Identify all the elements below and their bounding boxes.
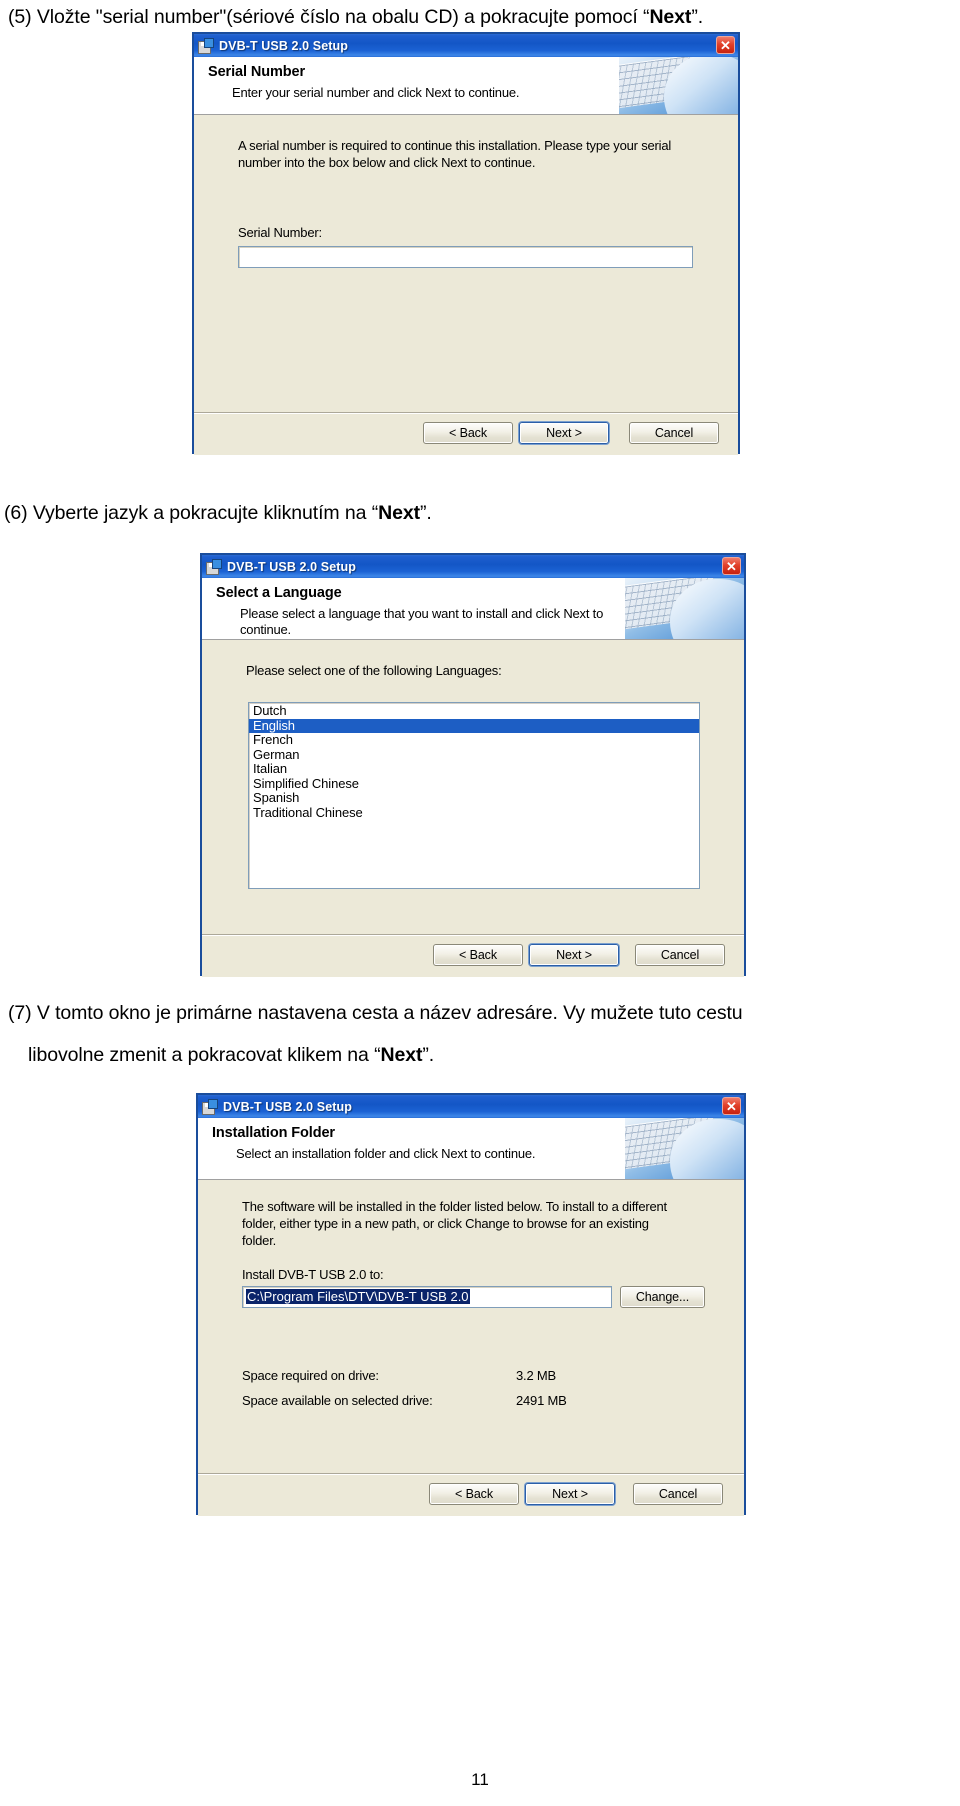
- step-7-line2-suffix: ”.: [422, 1044, 435, 1066]
- next-button[interactable]: Next >: [519, 422, 609, 444]
- cancel-button[interactable]: Cancel: [633, 1483, 723, 1505]
- serial-body-text: A serial number is required to continue …: [238, 138, 672, 170]
- step-7-line2-prefix: libovolne zmenit a pokracovat klikem na …: [28, 1044, 381, 1066]
- installation-folder-dialog[interactable]: DVB-T USB 2.0 Setup ✕ Installation Folde…: [196, 1093, 746, 1516]
- step-5-bold-next: Next: [649, 6, 692, 28]
- back-button[interactable]: < Back: [433, 944, 523, 966]
- change-button[interactable]: Change...: [620, 1286, 705, 1308]
- serial-dialog-body: A serial number is required to continue …: [194, 115, 738, 455]
- list-item[interactable]: Simplified Chinese: [249, 776, 699, 792]
- space-required-value: 3.2 MB: [516, 1368, 556, 1383]
- installer-icon: [206, 558, 222, 575]
- step-7-bold-next: Next: [380, 1044, 423, 1066]
- page-number: 11: [471, 1770, 489, 1789]
- list-item[interactable]: German: [249, 747, 699, 763]
- language-dialog-footer: < Back Next > Cancel: [202, 934, 744, 977]
- list-item[interactable]: French: [249, 732, 699, 748]
- step-6-instruction: (6) Vyberte jazyk a pokracujte kliknutím…: [4, 500, 948, 526]
- step-6-bold-next: Next: [378, 502, 420, 524]
- step-5-instruction: (5) Vložte "serial number"(sériové číslo…: [8, 4, 952, 30]
- language-body-text: Please select one of the following Langu…: [246, 663, 502, 678]
- serial-dialog-footer: < Back Next > Cancel: [194, 412, 738, 455]
- banner-image: [619, 57, 738, 114]
- serial-dialog-header: Serial Number Enter your serial number a…: [194, 57, 738, 115]
- folder-header-subtitle: Select an installation folder and click …: [236, 1146, 536, 1161]
- back-button[interactable]: < Back: [423, 422, 513, 444]
- folder-header-title: Installation Folder: [212, 1125, 335, 1141]
- folder-field-label: Install DVB-T USB 2.0 to:: [242, 1267, 384, 1282]
- space-required-label: Space required on drive:: [242, 1368, 379, 1383]
- serial-header-subtitle: Enter your serial number and click Next …: [232, 85, 520, 100]
- step-5-text-suffix: ”.: [691, 6, 704, 28]
- close-icon[interactable]: ✕: [722, 1097, 741, 1115]
- step-5-text-prefix: (5) Vložte "serial number"(sériové číslo…: [8, 6, 650, 28]
- language-listbox[interactable]: Dutch English French German Italian Simp…: [248, 702, 700, 889]
- list-item[interactable]: Spanish: [249, 790, 699, 806]
- language-dialog-title: DVB-T USB 2.0 Setup: [227, 559, 356, 574]
- language-dialog-header: Select a Language Please select a langua…: [202, 578, 744, 640]
- folder-dialog-header: Installation Folder Select an installati…: [198, 1118, 744, 1180]
- serial-field-label: Serial Number:: [238, 225, 322, 240]
- folder-body-text: The software will be installed in the fo…: [242, 1199, 667, 1248]
- step-7-instruction-line1: (7) V tomto okno je primárne nastavena c…: [8, 1000, 960, 1026]
- next-button[interactable]: Next >: [529, 944, 619, 966]
- language-header-title: Select a Language: [216, 585, 342, 601]
- banner-image: [625, 1118, 744, 1179]
- close-icon[interactable]: ✕: [722, 557, 741, 575]
- folder-dialog-footer: < Back Next > Cancel: [198, 1473, 744, 1516]
- language-header-subtitle: Please select a language that you want t…: [240, 606, 604, 637]
- folder-dialog-title: DVB-T USB 2.0 Setup: [223, 1099, 352, 1114]
- space-available-label: Space available on selected drive:: [242, 1393, 433, 1408]
- list-item[interactable]: Italian: [249, 761, 699, 777]
- step-7-line1-text: (7) V tomto okno je primárne nastavena c…: [8, 1002, 743, 1024]
- step-6-text-prefix: (6) Vyberte jazyk a pokracujte kliknutím…: [4, 502, 379, 524]
- close-icon[interactable]: ✕: [716, 36, 735, 54]
- select-language-dialog[interactable]: DVB-T USB 2.0 Setup ✕ Select a Language …: [200, 553, 746, 977]
- next-button[interactable]: Next >: [525, 1483, 615, 1505]
- language-dialog-titlebar[interactable]: DVB-T USB 2.0 Setup ✕: [202, 555, 744, 578]
- back-button[interactable]: < Back: [429, 1483, 519, 1505]
- step-6-text-suffix: ”.: [419, 502, 432, 524]
- list-item[interactable]: Dutch: [249, 703, 699, 719]
- serial-number-dialog[interactable]: DVB-T USB 2.0 Setup ✕ Serial Number Ente…: [192, 32, 740, 455]
- folder-dialog-titlebar[interactable]: DVB-T USB 2.0 Setup ✕: [198, 1095, 744, 1118]
- serial-header-title: Serial Number: [208, 64, 306, 80]
- space-available-value: 2491 MB: [516, 1393, 567, 1408]
- install-path-value: C:\Program Files\DTV\DVB-T USB 2.0: [246, 1289, 470, 1304]
- install-path-input[interactable]: C:\Program Files\DTV\DVB-T USB 2.0: [242, 1286, 612, 1308]
- serial-dialog-titlebar[interactable]: DVB-T USB 2.0 Setup ✕: [194, 34, 738, 57]
- installer-icon: [198, 37, 214, 54]
- banner-image: [625, 578, 744, 639]
- language-dialog-body: Please select one of the following Langu…: [202, 640, 744, 977]
- list-item[interactable]: Traditional Chinese: [249, 805, 699, 821]
- installer-icon: [202, 1098, 218, 1115]
- folder-dialog-body: The software will be installed in the fo…: [198, 1180, 744, 1516]
- cancel-button[interactable]: Cancel: [629, 422, 719, 444]
- cancel-button[interactable]: Cancel: [635, 944, 725, 966]
- serial-dialog-title: DVB-T USB 2.0 Setup: [219, 38, 348, 53]
- step-7-instruction-line2: libovolne zmenit a pokracovat klikem na …: [28, 1042, 958, 1068]
- serial-number-input[interactable]: [238, 246, 693, 268]
- list-item[interactable]: English: [249, 718, 699, 733]
